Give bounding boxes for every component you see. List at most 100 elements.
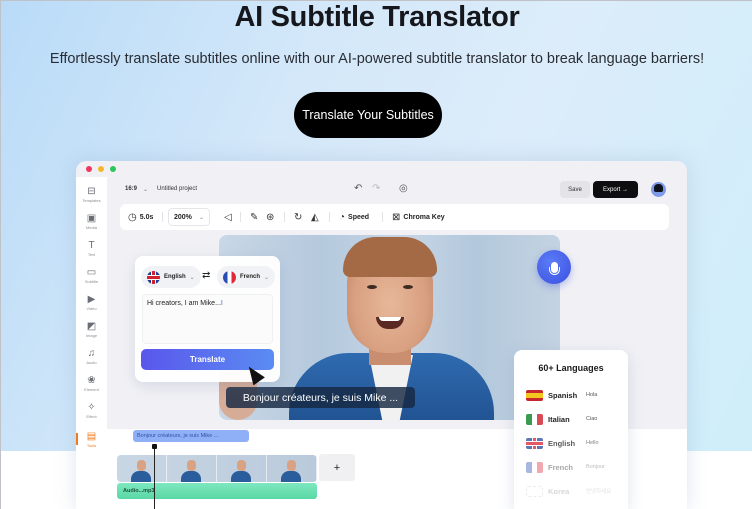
chroma-key-icon: ⊠ — [392, 211, 401, 223]
effect-icon: ✧ — [87, 402, 96, 413]
swap-languages-icon[interactable]: ⇄ — [202, 270, 210, 281]
sidebar-label: Element — [84, 387, 99, 392]
language-name: English — [548, 438, 576, 448]
korea-flag-icon — [526, 485, 543, 497]
sidebar-label: Image — [85, 333, 98, 338]
language-name: Korea — [548, 486, 570, 496]
sidebar-item-media[interactable]: ▣ Media — [76, 213, 107, 230]
france-flag-icon — [526, 461, 543, 473]
undo-icon[interactable]: ↶ — [354, 183, 362, 194]
element-icon: ❀ — [87, 375, 96, 386]
maximize-window-dot[interactable] — [110, 166, 116, 172]
source-language-select[interactable]: English ⌄ — [141, 266, 201, 288]
language-greeting: Bonjour — [586, 464, 605, 470]
language-row-english[interactable]: English Hello — [526, 437, 626, 449]
sidebar-item-templates[interactable]: ⊟ Templates — [76, 186, 107, 203]
video-icon: ▶ — [87, 294, 96, 305]
sidebar-label: Tools — [86, 443, 97, 448]
zoom-value: 200% — [174, 213, 192, 221]
language-name: French — [548, 462, 574, 472]
sidebar-label: Templates — [82, 198, 101, 203]
playhead-handle[interactable] — [152, 444, 157, 449]
filters-button[interactable]: ⊛ — [266, 204, 274, 230]
language-greeting: Hola — [586, 392, 598, 398]
france-flag-icon — [223, 270, 236, 284]
chevron-down-icon: ⌄ — [198, 214, 204, 221]
page-subtitle: Effortlessly translate subtitles online … — [49, 51, 705, 67]
language-row-korea[interactable]: Korea 안녕하세요 — [526, 485, 626, 497]
language-greeting: Ciao — [586, 416, 598, 422]
sidebar-item-effect[interactable]: ✧ Effect — [76, 402, 107, 419]
add-clip-button[interactable]: + — [319, 454, 355, 481]
duration-value: 5.0s — [139, 213, 154, 221]
magic-button[interactable]: ✎ — [250, 204, 258, 230]
video-thumbnail — [167, 455, 217, 482]
video-thumbnail — [267, 455, 317, 482]
flip-button[interactable]: ◭ — [311, 204, 319, 230]
speaker-icon: ◁ — [224, 211, 232, 223]
person-eye — [367, 285, 377, 289]
focus-icon[interactable]: ◎ — [399, 183, 408, 194]
spain-flag-icon — [526, 389, 543, 401]
zoom-select[interactable]: 200% ⌄ — [168, 208, 210, 226]
sidebar-item-video[interactable]: ▶ Video — [76, 294, 107, 311]
image-icon: ◩ — [86, 321, 97, 332]
flip-icon: ◭ — [311, 211, 319, 223]
sidebar-item-tools[interactable]: ▤ Tools — [76, 431, 107, 448]
source-text-value: Hi creators, I am Mike... — [147, 300, 221, 307]
sidebar-label: Video — [86, 306, 97, 311]
video-thumbnail — [217, 455, 267, 482]
redo-icon[interactable]: ↷ — [372, 183, 380, 194]
timeline-subtitle-clip[interactable]: Bonjour créateurs, je suis Mike ... — [133, 430, 249, 442]
language-greeting: 안녕하세요 — [586, 489, 612, 495]
chevron-down-icon: ⌄ — [264, 274, 270, 281]
user-avatar[interactable] — [651, 182, 666, 197]
sidebar-item-audio[interactable]: ♫ Audio — [76, 348, 107, 365]
minimize-window-dot[interactable] — [98, 166, 104, 172]
divider — [284, 212, 285, 222]
chroma-key-button[interactable]: ⊠ Chroma Key — [392, 204, 445, 230]
editing-toolbar: ◷ 5.0s 200% ⌄ ◁ ✎ ⊛ ↻ ◭ ◔ Speed ⊠ Chroma Key — [120, 204, 669, 230]
sidebar-item-subtitle[interactable]: ▭ Subtitle — [76, 267, 107, 284]
project-name[interactable]: Untitled project — [157, 186, 197, 192]
audio-icon: ♫ — [87, 348, 96, 359]
export-button[interactable]: Export → — [593, 181, 638, 198]
speed-button[interactable]: ◔ Speed — [339, 204, 369, 230]
translate-your-subtitles-button[interactable]: Translate Your Subtitles — [294, 92, 442, 138]
divider — [382, 212, 383, 222]
source-text-input[interactable]: Hi creators, I am Mike...I — [142, 294, 273, 344]
divider — [162, 212, 163, 222]
media-folder-icon: ▣ — [86, 213, 97, 224]
close-window-dot[interactable] — [86, 166, 92, 172]
tools-icon: ▤ — [86, 431, 97, 442]
person-hair — [343, 237, 437, 277]
rotate-button[interactable]: ↻ — [294, 204, 302, 230]
duration-control[interactable]: ◷ 5.0s — [128, 204, 153, 230]
microphone-button[interactable] — [537, 250, 571, 284]
chevron-down-icon[interactable]: ⌄ — [143, 186, 148, 193]
timeline-video-track[interactable] — [117, 455, 317, 482]
sidebar-label: Text — [87, 252, 96, 257]
volume-button[interactable]: ◁ — [224, 204, 232, 230]
aspect-ratio-select[interactable]: 16:9 — [125, 186, 137, 192]
sidebar-item-element[interactable]: ❀ Element — [76, 375, 107, 392]
clock-icon: ◷ — [128, 211, 137, 223]
save-button[interactable]: Save — [560, 181, 590, 198]
language-row-italian[interactable]: Italian Ciao — [526, 413, 626, 425]
chroma-key-label: Chroma Key — [403, 213, 445, 221]
sidebar-label: Media — [86, 225, 97, 230]
chevron-down-icon: ⌄ — [189, 274, 195, 281]
sidebar-item-image[interactable]: ◩ Image — [76, 321, 107, 338]
language-row-french[interactable]: French Bonjour — [526, 461, 626, 473]
speed-label: Speed — [348, 213, 370, 221]
speedometer-icon: ◔ — [339, 211, 346, 223]
sidebar-label: Subtitle — [84, 279, 99, 284]
sidebar-item-text[interactable]: T Text — [76, 240, 107, 257]
sidebar: ⊟ Templates ▣ Media T Text ▭ Subtitle ▶ Video… — [76, 177, 107, 509]
subtitle-icon: ▭ — [86, 267, 97, 278]
timeline-audio-track[interactable]: Audio...mp3 — [117, 483, 317, 499]
language-row-spanish[interactable]: Spanish Hola — [526, 389, 626, 401]
target-language-select[interactable]: French ⌄ — [217, 266, 276, 288]
sidebar-label: Effect — [86, 414, 97, 419]
timeline-playhead[interactable] — [154, 445, 155, 509]
